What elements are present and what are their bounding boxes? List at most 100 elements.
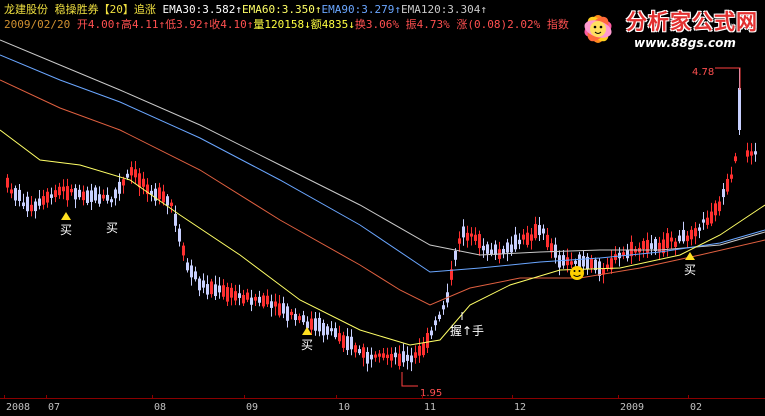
candle-body xyxy=(494,244,497,255)
candle-body xyxy=(138,173,141,188)
candle-body xyxy=(6,177,9,188)
candle-body xyxy=(50,194,53,198)
candle-body xyxy=(46,191,49,203)
candle-body xyxy=(70,188,73,193)
candle-body xyxy=(366,351,369,364)
candle-body xyxy=(74,188,77,200)
candle-body xyxy=(558,255,561,268)
candle-body xyxy=(418,345,421,356)
buy-label: 买 xyxy=(60,223,72,237)
axis-label: 2008 xyxy=(6,402,31,413)
candle-body xyxy=(226,287,229,302)
candle-body xyxy=(358,349,361,354)
candle-body xyxy=(454,251,457,260)
candle-body xyxy=(170,202,173,207)
candle-body xyxy=(630,241,633,257)
buy-label: 买 xyxy=(301,338,313,352)
candle-body xyxy=(166,196,169,206)
candle-body xyxy=(502,248,505,254)
candle-body xyxy=(294,313,297,321)
candle-body xyxy=(702,219,705,223)
candle-body xyxy=(710,211,713,224)
candle-body xyxy=(738,88,741,130)
axis-label: 12 xyxy=(514,402,527,413)
axis-label: 09 xyxy=(246,402,259,413)
candle-body xyxy=(326,326,329,335)
candle-body xyxy=(734,156,737,162)
candle-body xyxy=(302,315,305,323)
candle-body xyxy=(486,244,489,254)
candle-body xyxy=(538,225,541,236)
candle-body xyxy=(102,194,105,199)
candle-body xyxy=(574,260,577,264)
candle-body xyxy=(178,228,181,242)
candle-body xyxy=(466,232,469,241)
candle-body xyxy=(350,336,353,350)
candle-body xyxy=(370,354,373,360)
candle-body xyxy=(338,333,341,342)
candle-body xyxy=(506,242,509,253)
candle-body xyxy=(134,169,137,178)
candle-body xyxy=(194,271,197,280)
candle-body xyxy=(342,335,345,348)
candle-body xyxy=(222,285,225,297)
low-marker-label: 1.95 xyxy=(420,388,442,398)
candle-body xyxy=(126,173,129,178)
candle-body xyxy=(10,189,13,194)
candle-body xyxy=(78,189,81,198)
candle-body xyxy=(438,314,441,320)
candle-body xyxy=(238,293,241,298)
stock-chart[interactable]: 龙建股份 稳操胜券【20】追涨 EMA30:3.582↑EMA60:3.350↑… xyxy=(0,0,765,415)
candle-body xyxy=(42,196,45,205)
candle-body xyxy=(122,179,125,186)
candle-body xyxy=(58,186,61,196)
candle-body xyxy=(726,178,729,192)
candle-body xyxy=(94,187,97,201)
high-marker-label: 4.78 xyxy=(692,67,714,78)
candle-body xyxy=(174,213,177,226)
candle-body xyxy=(266,295,269,305)
candle-body xyxy=(382,353,385,358)
candle-body xyxy=(550,243,553,253)
axis-tick xyxy=(46,395,47,399)
candle-body xyxy=(582,256,585,267)
candle-body xyxy=(390,353,393,361)
candle-body xyxy=(190,265,193,278)
smiley-eye xyxy=(578,270,581,272)
candle-body xyxy=(202,280,205,288)
candle-body xyxy=(130,167,133,176)
axis-label: 02 xyxy=(690,402,703,413)
candle-body xyxy=(642,241,645,250)
candle-body xyxy=(290,311,293,316)
candle-body xyxy=(590,258,593,269)
candle-body xyxy=(158,187,161,200)
handshake-label: 握↑手 xyxy=(450,323,484,338)
candle-body xyxy=(306,321,309,329)
candle-body xyxy=(650,243,653,249)
candle-body xyxy=(54,190,57,198)
axis-label: 11 xyxy=(424,402,437,413)
smiley-eye xyxy=(573,270,576,272)
candle-body xyxy=(378,353,381,357)
candle-body xyxy=(114,189,117,199)
candle-body xyxy=(626,249,629,259)
candle-body xyxy=(118,181,121,194)
candle-body xyxy=(654,238,657,251)
candle-body xyxy=(250,297,253,305)
price-plot[interactable]: 4.781.95买 买买买握↑手 xyxy=(0,0,765,398)
candle-body xyxy=(90,190,93,202)
candle-body xyxy=(482,245,485,251)
candle-body xyxy=(34,201,37,212)
candle-body xyxy=(570,261,573,265)
candle-body xyxy=(686,235,689,242)
candle-body xyxy=(694,228,697,237)
buy-arrow-icon xyxy=(61,212,71,220)
candle-body xyxy=(14,188,17,201)
candle-body xyxy=(542,228,545,234)
candle-body xyxy=(258,296,261,303)
candle-body xyxy=(198,278,201,291)
candle-body xyxy=(706,217,709,225)
candle-body xyxy=(522,234,525,240)
candle-body xyxy=(458,238,461,244)
axis-label: 07 xyxy=(48,402,61,413)
